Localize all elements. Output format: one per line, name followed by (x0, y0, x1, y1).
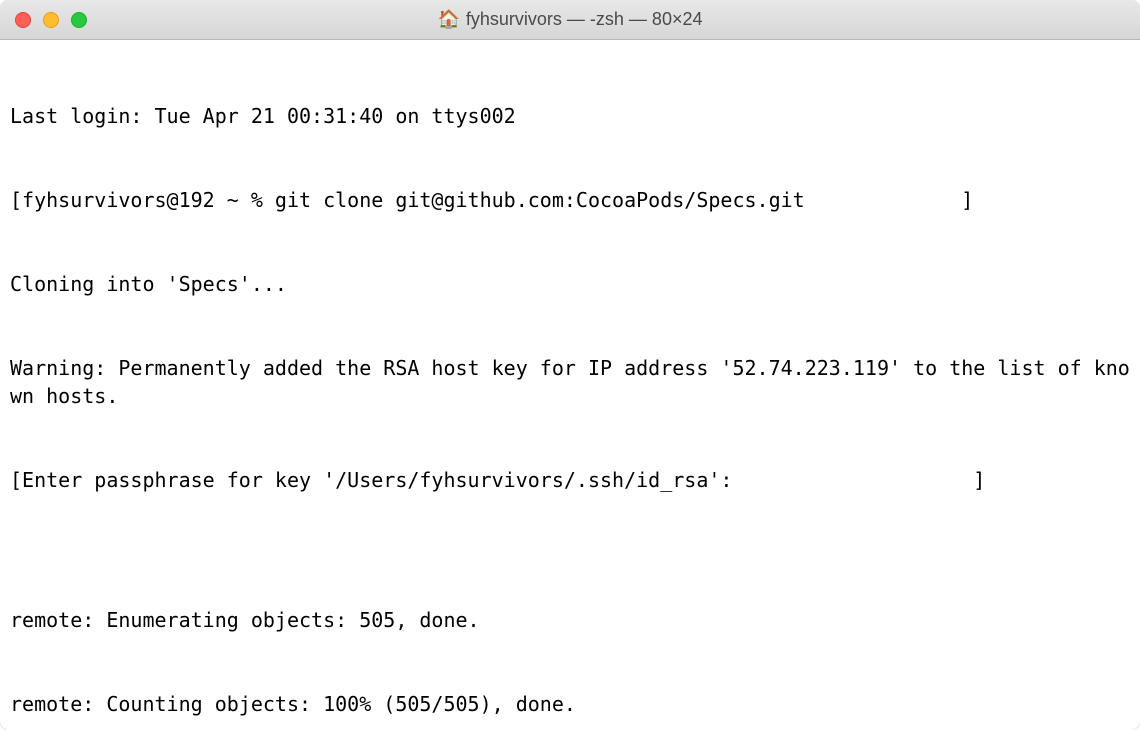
terminal-line: remote: Counting objects: 100% (505/505)… (10, 690, 1130, 718)
terminal-output[interactable]: Last login: Tue Apr 21 00:31:40 on ttys0… (0, 40, 1140, 730)
terminal-line: Last login: Tue Apr 21 00:31:40 on ttys0… (10, 102, 1130, 130)
window-title-text: fyhsurvivors — -zsh — 80×24 (466, 9, 703, 30)
titlebar[interactable]: 🏠 fyhsurvivors — -zsh — 80×24 (0, 0, 1140, 40)
terminal-line: [Enter passphrase for key '/Users/fyhsur… (10, 466, 1130, 494)
home-icon: 🏠 (437, 9, 459, 30)
traffic-lights (0, 12, 87, 28)
terminal-line: remote: Enumerating objects: 505, done. (10, 606, 1130, 634)
terminal-window: 🏠 fyhsurvivors — -zsh — 80×24 Last login… (0, 0, 1140, 730)
minimize-button[interactable] (43, 12, 59, 28)
window-title: 🏠 fyhsurvivors — -zsh — 80×24 (0, 9, 1140, 30)
maximize-button[interactable] (71, 12, 87, 28)
terminal-line: [fyhsurvivors@192 ~ % git clone git@gith… (10, 186, 1130, 214)
terminal-line: Warning: Permanently added the RSA host … (10, 354, 1130, 410)
terminal-line: Cloning into 'Specs'... (10, 270, 1130, 298)
close-button[interactable] (15, 12, 31, 28)
